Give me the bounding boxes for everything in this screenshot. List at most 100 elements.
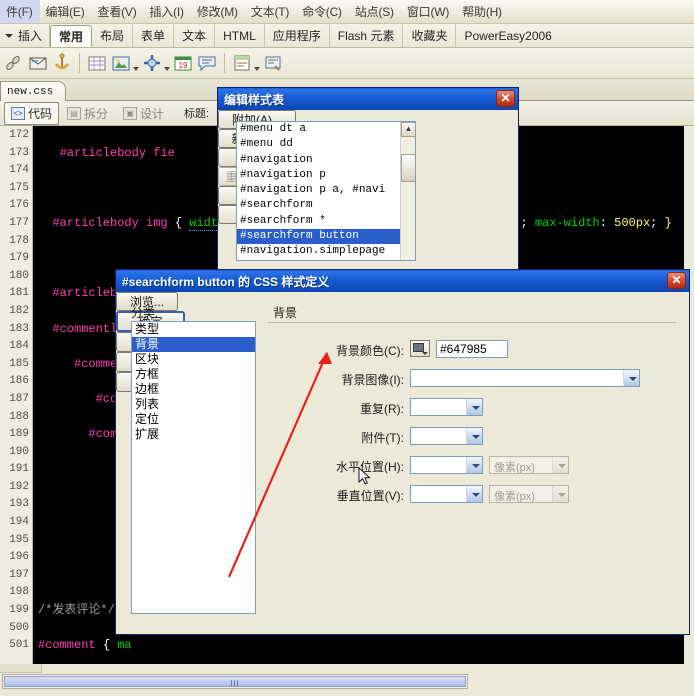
- menu-item-site[interactable]: 站点(S): [349, 0, 401, 23]
- stylesheet-rule-list[interactable]: #menu dt a #menu dd #navigation #navigat…: [236, 121, 416, 261]
- date-icon[interactable]: 19: [172, 52, 194, 74]
- named-anchor-icon[interactable]: [51, 52, 73, 74]
- design-view-button[interactable]: ▣ 设计: [116, 102, 171, 125]
- chevron-down-icon[interactable]: [466, 399, 482, 415]
- menu-item-commands[interactable]: 命令(C): [296, 0, 349, 23]
- list-item[interactable]: #navigation p a, #navi: [237, 183, 415, 198]
- insert-tab-powereasy2006[interactable]: PowerEasy2006: [456, 24, 559, 47]
- design-view-label: 设计: [140, 106, 165, 121]
- category-item-list[interactable]: 列表: [132, 397, 255, 412]
- menu-item-edit[interactable]: 编辑(E): [40, 0, 92, 23]
- table-icon[interactable]: [86, 52, 108, 74]
- media-dropdown-caret-icon[interactable]: [164, 67, 170, 71]
- menu-item-window[interactable]: 窗口(W): [401, 0, 456, 23]
- comment-icon[interactable]: [196, 52, 218, 74]
- media-flash-icon[interactable]: [141, 52, 163, 74]
- insert-tab-application[interactable]: 应用程序: [265, 24, 330, 47]
- bg-color-label: 背景颜色(C):: [336, 344, 404, 358]
- insert-tab-text[interactable]: 文本: [174, 24, 216, 47]
- chevron-down-icon[interactable]: [466, 428, 482, 444]
- horizontal-scrollbar-thumb[interactable]: [4, 676, 466, 687]
- rule-list-scrollbar[interactable]: ▲: [400, 122, 415, 260]
- dreamweaver-window: 件(F) 编辑(E) 查看(V) 插入(I) 修改(M) 文本(T) 命令(C)…: [0, 0, 694, 696]
- list-item[interactable]: #menu dt a: [237, 122, 415, 137]
- bg-color-swatch-button[interactable]: [410, 340, 430, 357]
- split-view-button[interactable]: ▤ 拆分: [60, 102, 115, 125]
- menu-item-modify[interactable]: 修改(M): [191, 0, 245, 23]
- attachment-combo[interactable]: [410, 427, 483, 445]
- css-rule-title: #searchform button 的 CSS 样式定义: [122, 274, 330, 289]
- category-item-block[interactable]: 区块: [132, 352, 255, 367]
- css-rule-body: 分类 类型 背景 区块 方框 边框 列表 定位 扩展 背景 背景颜色(C): #…: [116, 292, 689, 636]
- category-header: 分类: [131, 306, 156, 320]
- insert-tab-layout[interactable]: 布局: [92, 24, 134, 47]
- code-view-button[interactable]: <> 代码: [4, 101, 60, 125]
- bg-color-input[interactable]: [436, 340, 508, 358]
- insert-tab-forms[interactable]: 表单: [133, 24, 175, 47]
- bg-image-label: 背景图像(I):: [341, 373, 404, 387]
- insert-menu-button[interactable]: 插入: [0, 24, 51, 47]
- list-item[interactable]: #navigation.simplepage: [237, 260, 415, 261]
- menu-bar: 件(F) 编辑(E) 查看(V) 插入(I) 修改(M) 文本(T) 命令(C)…: [0, 0, 694, 24]
- list-item[interactable]: #menu dd: [237, 137, 415, 152]
- menu-item-view[interactable]: 查看(V): [92, 0, 144, 23]
- code-view-icon: <>: [11, 106, 25, 120]
- chevron-down-icon[interactable]: [466, 486, 482, 502]
- css-rule-definition-dialog: #searchform button 的 CSS 样式定义 ✕ 分类 类型 背景…: [115, 269, 690, 635]
- category-item-type[interactable]: 类型: [132, 322, 255, 337]
- line-number: 189: [9, 428, 29, 441]
- document-tab-new-css[interactable]: new.css: [0, 81, 67, 101]
- chevron-down-icon[interactable]: [466, 457, 482, 473]
- image-dropdown-caret-icon[interactable]: [133, 67, 139, 71]
- horizontal-position-combo[interactable]: [410, 456, 483, 474]
- bg-image-combo[interactable]: [410, 369, 640, 387]
- design-view-icon: ▣: [123, 106, 138, 120]
- insert-tab-favorites[interactable]: 收藏夹: [403, 24, 457, 47]
- template-icon[interactable]: [231, 52, 253, 74]
- menu-item-insert[interactable]: 插入(I): [144, 0, 191, 23]
- insert-tab-flash-elements[interactable]: Flash 元素: [330, 24, 404, 47]
- line-number: 501: [9, 639, 29, 652]
- line-number: 177: [9, 216, 29, 229]
- category-item-extensions[interactable]: 扩展: [132, 427, 255, 442]
- insert-menu-label: 插入: [18, 29, 43, 43]
- list-item[interactable]: #navigation: [237, 153, 415, 168]
- insert-icon-toolbar: 19: [0, 48, 694, 79]
- list-item[interactable]: #navigation.simplepage: [237, 244, 415, 259]
- menu-item-help[interactable]: 帮助(H): [456, 0, 509, 23]
- vertical-position-combo[interactable]: [410, 485, 483, 503]
- line-number: 174: [9, 164, 29, 177]
- line-number: 178: [9, 234, 29, 247]
- repeat-combo[interactable]: [410, 398, 483, 416]
- hyperlink-icon[interactable]: [3, 52, 25, 74]
- line-number: 172: [9, 129, 29, 141]
- menu-item-file[interactable]: 件(F): [0, 0, 40, 23]
- menu-item-text[interactable]: 文本(T): [245, 0, 296, 23]
- category-item-box[interactable]: 方框: [132, 367, 255, 382]
- css-rule-titlebar: #searchform button 的 CSS 样式定义 ✕: [116, 270, 689, 292]
- horizontal-position-label: 水平位置(H):: [336, 460, 404, 474]
- vertical-position-unit-combo: 像素(px): [489, 485, 569, 503]
- category-item-border[interactable]: 边框: [132, 382, 255, 397]
- template-dropdown-caret-icon[interactable]: [254, 67, 260, 71]
- close-icon[interactable]: ✕: [667, 272, 686, 289]
- category-item-background[interactable]: 背景: [132, 337, 255, 352]
- horizontal-scrollbar[interactable]: [2, 674, 468, 689]
- scroll-up-icon[interactable]: ▲: [401, 122, 415, 137]
- list-item-selected[interactable]: #searchform button: [237, 229, 415, 245]
- insert-tab-common[interactable]: 常用: [50, 25, 93, 47]
- scrollbar-thumb[interactable]: [401, 154, 415, 182]
- close-icon[interactable]: ✕: [496, 90, 515, 107]
- category-list[interactable]: 类型 背景 区块 方框 边框 列表 定位 扩展: [131, 321, 256, 614]
- chevron-down-icon: [552, 486, 568, 502]
- chevron-down-icon[interactable]: [623, 370, 639, 386]
- edit-stylesheet-titlebar: 编辑样式表 ✕: [218, 88, 518, 110]
- list-item[interactable]: #searchform *: [237, 214, 415, 229]
- tag-chooser-icon[interactable]: [262, 52, 284, 74]
- insert-tab-html[interactable]: HTML: [215, 24, 265, 47]
- email-link-icon[interactable]: [27, 52, 49, 74]
- list-item[interactable]: #navigation p: [237, 168, 415, 183]
- category-item-positioning[interactable]: 定位: [132, 412, 255, 427]
- image-icon[interactable]: [110, 52, 132, 74]
- list-item[interactable]: #searchform: [237, 198, 415, 213]
